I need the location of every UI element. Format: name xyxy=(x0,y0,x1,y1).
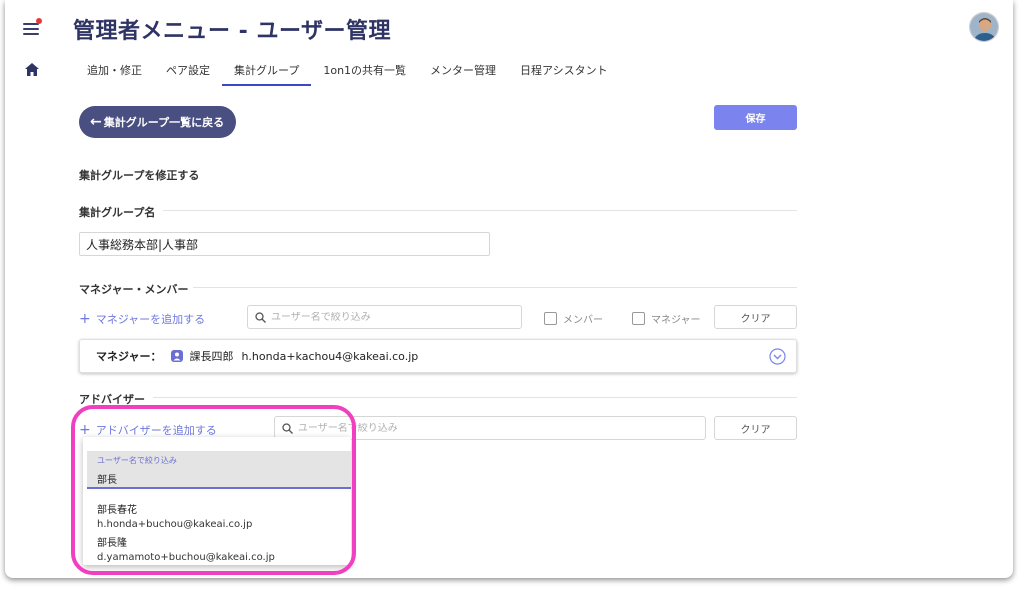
plus-icon: + xyxy=(79,311,91,327)
arrow-left-icon: ← xyxy=(90,114,102,130)
manager-filter-label: マネジャー xyxy=(651,315,701,326)
result-name: 部長隆 xyxy=(97,538,127,549)
search-icon xyxy=(282,422,293,434)
member-filter-checkbox[interactable]: メンバー xyxy=(544,311,603,326)
advisor-search-dropdown: ユーザー名で絞り込み 部長 部長春花 h.honda+buchou@kakeai… xyxy=(83,437,351,565)
manager-search-box[interactable] xyxy=(247,305,522,329)
result-email: d.yamamoto+buchou@kakeai.co.jp xyxy=(97,552,275,563)
divider xyxy=(153,397,797,398)
manager-search-input[interactable] xyxy=(271,311,471,323)
advisor-search-input[interactable] xyxy=(298,422,498,434)
dropdown-field-value: 部長 xyxy=(97,475,117,486)
tab-bar: 追加・修正 ペア設定 集計グループ 1on1の共有一覧 メンター管理 日程アシス… xyxy=(75,58,620,86)
group-name-input[interactable] xyxy=(79,232,490,256)
managers-heading: マネジャー・メンバー xyxy=(79,283,189,296)
manager-email: h.honda+kachou4@kakeai.co.jp xyxy=(241,349,419,363)
manager-filter-checkbox[interactable]: マネジャー xyxy=(632,311,701,326)
notification-dot xyxy=(36,18,42,24)
group-name-label: 集計グループ名 xyxy=(79,206,156,219)
tab-schedule-assistant[interactable]: 日程アシスタント xyxy=(508,58,620,86)
user-avatar[interactable] xyxy=(969,12,999,42)
add-manager-link[interactable]: + マネジャーを追加する xyxy=(79,311,205,327)
manager-name: 課長四郎 xyxy=(189,350,234,363)
dropdown-field-label: ユーザー名で絞り込み xyxy=(97,456,177,465)
user-icon xyxy=(171,350,184,362)
manager-role-label: マネジャー： xyxy=(96,350,162,363)
divider xyxy=(193,287,797,288)
form-heading: 集計グループを修正する xyxy=(79,169,200,182)
divider xyxy=(163,210,797,211)
chevron-down-icon[interactable] xyxy=(769,348,786,365)
app-window: 管理者メニュー - ユーザー管理 追加・修正 ペア設定 集計グループ 1on1の… xyxy=(5,0,1013,578)
manager-card: マネジャー： 課長四郎 h.honda+kachou4@kakeai.co.jp xyxy=(79,339,797,373)
checkbox-icon xyxy=(544,312,557,325)
advisors-heading: アドバイザー xyxy=(79,393,145,406)
save-button[interactable]: 保存 xyxy=(714,105,797,130)
member-filter-label: メンバー xyxy=(563,315,603,326)
advisor-clear-button[interactable]: クリア xyxy=(714,416,797,440)
add-advisor-link[interactable]: + アドバイザーを追加する xyxy=(79,422,217,438)
back-button-label: 集計グループ一覧に戻る xyxy=(103,116,225,129)
checkbox-icon xyxy=(632,312,645,325)
add-manager-label: マネジャーを追加する xyxy=(95,313,206,326)
manager-clear-button[interactable]: クリア xyxy=(714,305,797,329)
home-icon[interactable] xyxy=(25,63,39,76)
tab-aggregate-group[interactable]: 集計グループ xyxy=(222,58,312,86)
result-name: 部長春花 xyxy=(97,505,137,516)
back-to-group-list-button[interactable]: ← 集計グループ一覧に戻る xyxy=(79,106,236,138)
tab-add-edit[interactable]: 追加・修正 xyxy=(75,58,154,86)
list-item[interactable]: 部長春花 h.honda+buchou@kakeai.co.jp xyxy=(87,501,351,530)
avatar-icon xyxy=(970,13,998,41)
search-icon xyxy=(255,311,266,323)
tab-1on1-share-list[interactable]: 1on1の共有一覧 xyxy=(311,58,418,86)
list-item[interactable]: 部長隆 d.yamamoto+buchou@kakeai.co.jp xyxy=(87,534,351,563)
page-title: 管理者メニュー - ユーザー管理 xyxy=(73,19,392,44)
dropdown-search-field[interactable]: ユーザー名で絞り込み 部長 xyxy=(87,451,351,489)
add-advisor-label: アドバイザーを追加する xyxy=(95,424,217,437)
tab-pair-settings[interactable]: ペア設定 xyxy=(154,58,222,86)
plus-icon: + xyxy=(79,422,91,438)
tab-mentor-management[interactable]: メンター管理 xyxy=(418,58,508,86)
result-email: h.honda+buchou@kakeai.co.jp xyxy=(97,519,253,530)
